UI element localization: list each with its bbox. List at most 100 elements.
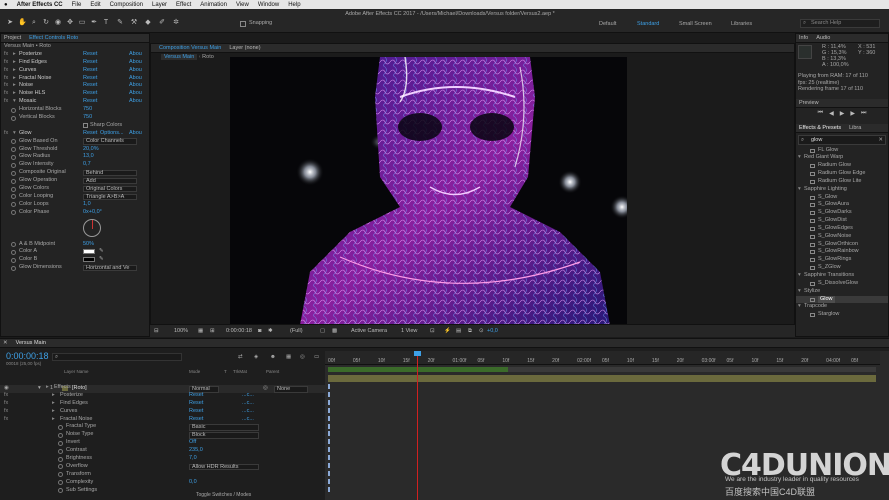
stopwatch-icon[interactable] <box>11 115 16 121</box>
tab-versus-main[interactable]: Versus Main <box>16 340 46 346</box>
fx-icon[interactable]: fx <box>4 408 8 416</box>
preset-tree-item[interactable]: ▾ Sapphire Lighting <box>796 186 888 194</box>
prop-value[interactable]: 13,0 <box>83 153 94 161</box>
resolution-dropdown[interactable]: (Full) <box>290 328 303 334</box>
text-tool-icon[interactable]: T <box>102 19 110 27</box>
property-dropdown[interactable]: Block <box>189 432 259 439</box>
toggle-pixel-aspect-icon[interactable]: ⊡ <box>430 328 435 334</box>
transparency-grid-icon[interactable]: ▩ <box>332 328 337 334</box>
collapse-icon[interactable]: ▾ <box>13 98 16 106</box>
timeline-property-row[interactable]: Complexity 0,0 <box>0 479 325 487</box>
tab-project[interactable]: Project <box>4 35 21 41</box>
prop-value[interactable]: 0,7 <box>83 161 91 169</box>
effect-row-noise[interactable]: fx ▸ Noise Reset Abou <box>1 82 149 90</box>
tab-effect-controls[interactable]: Effect Controls Roto <box>29 35 78 41</box>
brush-tool-icon[interactable]: ✎ <box>116 19 124 27</box>
menu-file[interactable]: File <box>72 2 82 8</box>
col-mode[interactable]: Mode <box>189 368 200 375</box>
expand-icon[interactable]: ▸ <box>13 59 16 67</box>
stopwatch-icon[interactable] <box>58 456 63 462</box>
stopwatch-icon[interactable] <box>11 249 16 255</box>
eraser-tool-icon[interactable]: ◆ <box>144 19 152 27</box>
glow-prop-row[interactable]: Glow Threshold 20,0% <box>1 146 149 154</box>
expand-icon[interactable]: ▸ <box>52 416 55 424</box>
fast-preview-icon[interactable]: ⚡ <box>444 328 451 334</box>
workspace-small-screen[interactable]: Small Screen <box>679 21 712 27</box>
tab-composition[interactable]: Composition Versus Main <box>159 45 221 51</box>
expand-icon[interactable]: ▾ <box>798 154 801 162</box>
glow-prop-row[interactable]: Color Phase 0x+0,0° <box>1 209 149 217</box>
color-b-swatch[interactable] <box>83 257 95 263</box>
preset-tree-item[interactable]: S_GlowRings <box>796 256 888 264</box>
effect-reset-button[interactable]: Reset <box>83 59 97 67</box>
snapping-checkbox[interactable] <box>240 21 246 27</box>
property-reset-button[interactable]: Reset <box>189 408 203 416</box>
expand-icon[interactable]: ▾ <box>798 272 801 280</box>
col-parent[interactable]: Parent <box>266 368 279 375</box>
timeline-property-row[interactable]: Invert Off <box>0 439 325 447</box>
composition-canvas[interactable] <box>230 57 627 325</box>
property-value[interactable]: 0,0 <box>189 479 197 487</box>
preset-tree-item[interactable]: S_GlowNoise <box>796 233 888 241</box>
timeline-property-row[interactable]: Sub Settings <box>0 487 325 495</box>
timeline-property-row[interactable]: Contrast 235,0 <box>0 447 325 455</box>
eyedropper-icon[interactable]: ✎ <box>99 256 104 264</box>
timeline-property-row[interactable]: Overflow Allow HDR Results <box>0 463 325 471</box>
preset-tree-item[interactable]: ▾ Trapcode <box>796 303 888 311</box>
preset-tree-item[interactable]: S_GlowRainbow <box>796 248 888 256</box>
mosaic-prop-row[interactable]: Horizontal Blocks 750 <box>1 106 149 114</box>
current-time-indicator-head[interactable] <box>414 351 421 356</box>
pan-behind-tool-icon[interactable]: ✥ <box>66 19 74 27</box>
property-value[interactable]: Off <box>189 439 196 447</box>
stopwatch-icon[interactable] <box>58 432 63 438</box>
hand-tool-icon[interactable]: ✋ <box>18 19 27 27</box>
rectangle-tool-icon[interactable]: ▭ <box>78 19 86 27</box>
selection-tool-icon[interactable]: ➤ <box>6 19 14 27</box>
expand-icon[interactable]: ▾ <box>798 303 801 311</box>
timeline-property-row[interactable]: Brightness 7,0 <box>0 455 325 463</box>
stopwatch-icon[interactable] <box>11 242 16 248</box>
col-t[interactable]: T <box>224 368 227 375</box>
effect-row-fractal-noise[interactable]: fx ▸ Fractal Noise Reset Abou <box>1 75 149 83</box>
workspace-default[interactable]: Default <box>599 21 616 27</box>
sharp-colors-row[interactable]: Sharp Colors <box>1 122 149 130</box>
mosaic-prop-row[interactable]: Vertical Blocks 750 <box>1 114 149 122</box>
effect-row-noise-hls[interactable]: fx ▸ Noise HLS Reset Abou <box>1 90 149 98</box>
expand-icon[interactable]: ▸ <box>13 82 16 90</box>
time-ruler[interactable]: 00f 05f 10f 15f 20f 01:00f 05f 10f 15f 20f 02:00f 0… <box>325 351 880 365</box>
stopwatch-icon[interactable] <box>11 154 16 160</box>
clone-tool-icon[interactable]: ⚒ <box>130 19 138 27</box>
keyframe-marker[interactable] <box>328 423 330 429</box>
frame-blending-icon[interactable]: ▦ <box>286 354 291 360</box>
flowchart-icon[interactable]: ⧉ <box>468 328 472 335</box>
preset-tree-item[interactable]: Radium Glow Edge <box>796 170 888 178</box>
clear-search-icon[interactable]: ✕ <box>878 137 883 143</box>
effect-row-mosaic[interactable]: fx ▾ Mosaic Reset Abou <box>1 98 149 106</box>
preset-tree-item[interactable]: S_GlowEdges <box>796 225 888 233</box>
color-a-swatch[interactable] <box>83 249 95 255</box>
stopwatch-icon[interactable] <box>11 147 16 153</box>
expand-icon[interactable]: ▸ <box>13 51 16 59</box>
expand-icon[interactable]: ▸ <box>13 67 16 75</box>
fx-icon[interactable]: fx <box>4 67 8 75</box>
keyframe-marker[interactable] <box>328 470 330 476</box>
keyframe-marker[interactable] <box>328 415 330 421</box>
fx-icon[interactable]: fx <box>4 130 8 138</box>
stopwatch-icon[interactable] <box>11 186 16 192</box>
timeline-property-row[interactable]: fx ▸ Posterize Reset ...c... <box>0 392 325 400</box>
effect-row-find-edges[interactable]: fx ▸ Find Edges Reset Abou <box>1 59 149 67</box>
preset-tree-item[interactable]: S_GlowDist <box>796 217 888 225</box>
preset-tree-item[interactable]: S_DissolveGlow <box>796 280 888 288</box>
property-reset-button[interactable]: Reset <box>189 392 203 400</box>
stopwatch-icon[interactable] <box>11 194 16 200</box>
prop-dropdown[interactable]: Color Channels <box>83 138 137 145</box>
property-value[interactable]: ...c... <box>242 392 254 400</box>
timeline-property-row[interactable]: Noise Type Block <box>0 431 325 439</box>
fx-icon[interactable]: fx <box>4 98 8 106</box>
ab-prop-row[interactable]: Color B ✎ <box>1 256 149 264</box>
preset-tree-item[interactable]: S_GlowDarks <box>796 209 888 217</box>
tab-layer[interactable]: Layer (none) <box>229 45 260 51</box>
tab-info[interactable]: Info <box>799 35 808 41</box>
sharp-colors-checkbox[interactable] <box>83 123 88 129</box>
tab-effects-presets[interactable]: Effects & Presets <box>799 125 841 131</box>
